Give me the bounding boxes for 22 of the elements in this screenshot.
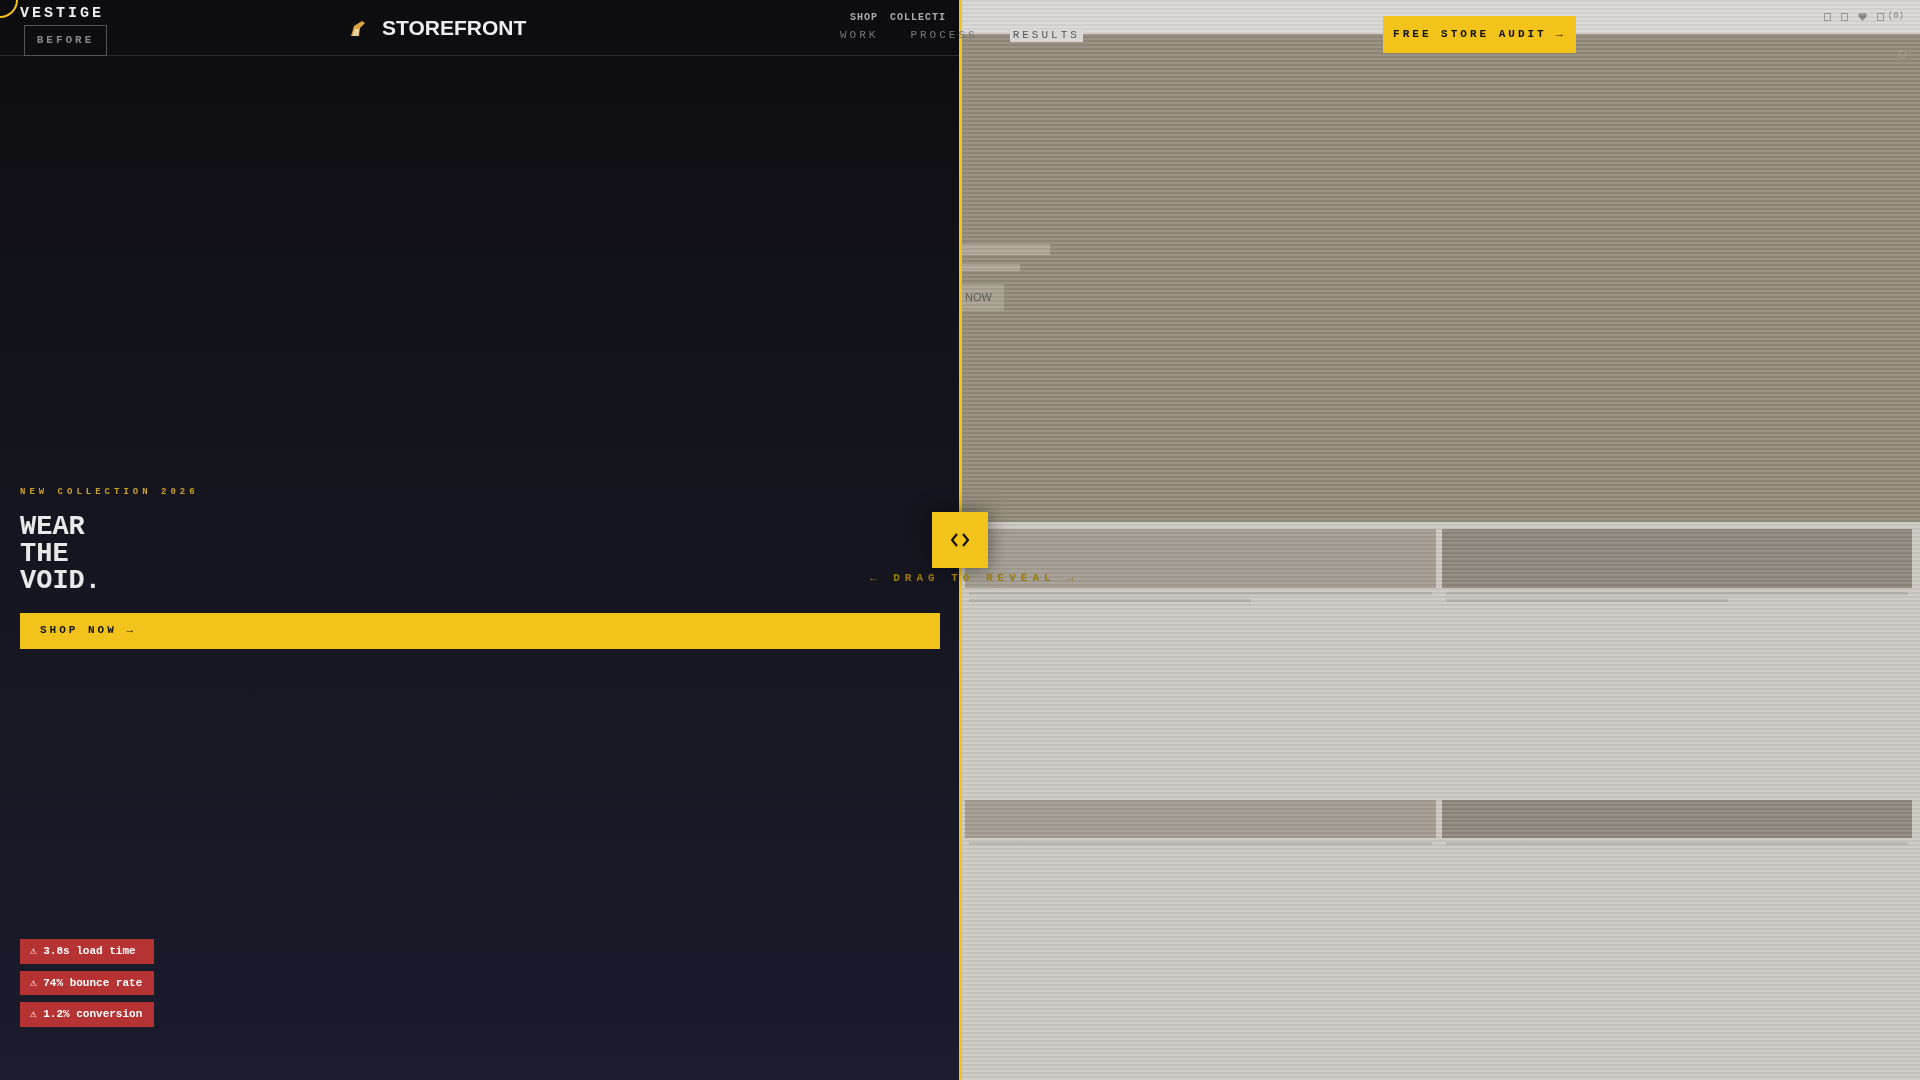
square-icon[interactable] — [1823, 13, 1831, 21]
code-arrows-icon — [951, 533, 969, 547]
agency-logo[interactable]: VESTIGE — [20, 5, 104, 22]
hero-headline: WEAR THE VOID. — [20, 513, 101, 595]
square-icon[interactable] — [1840, 13, 1848, 21]
issue-badge: ⚠ 74% bounce rate — [20, 970, 154, 995]
shop-now-button[interactable]: SHOP NOW → — [20, 612, 940, 649]
nav-link-text[interactable]: SHOP — [850, 10, 878, 25]
slider-handle[interactable] — [932, 512, 988, 568]
issue-badge: ⚠ 3.8s load time — [20, 939, 154, 964]
nav-link[interactable]: WORK — [840, 29, 879, 42]
heart-icon[interactable] — [1857, 13, 1867, 21]
nav-link-text[interactable]: COLLECTI — [890, 10, 947, 25]
issue-badge: ⚠ 1.2% conversion — [20, 1002, 154, 1027]
square-icon[interactable] — [1899, 50, 1906, 58]
brand-name[interactable]: STOREFRONT — [382, 11, 527, 44]
free-audit-button[interactable]: FREE STORE AUDIT → — [1383, 16, 1576, 53]
drag-hint: ← DRAG TO REVEAL → — [870, 572, 1079, 585]
eyebrow-text: NEW COLLECTION 2026 — [20, 486, 200, 499]
square-icon[interactable] — [1876, 13, 1884, 21]
before-label: BEFORE — [24, 25, 107, 56]
text-placeholder — [962, 264, 1020, 271]
